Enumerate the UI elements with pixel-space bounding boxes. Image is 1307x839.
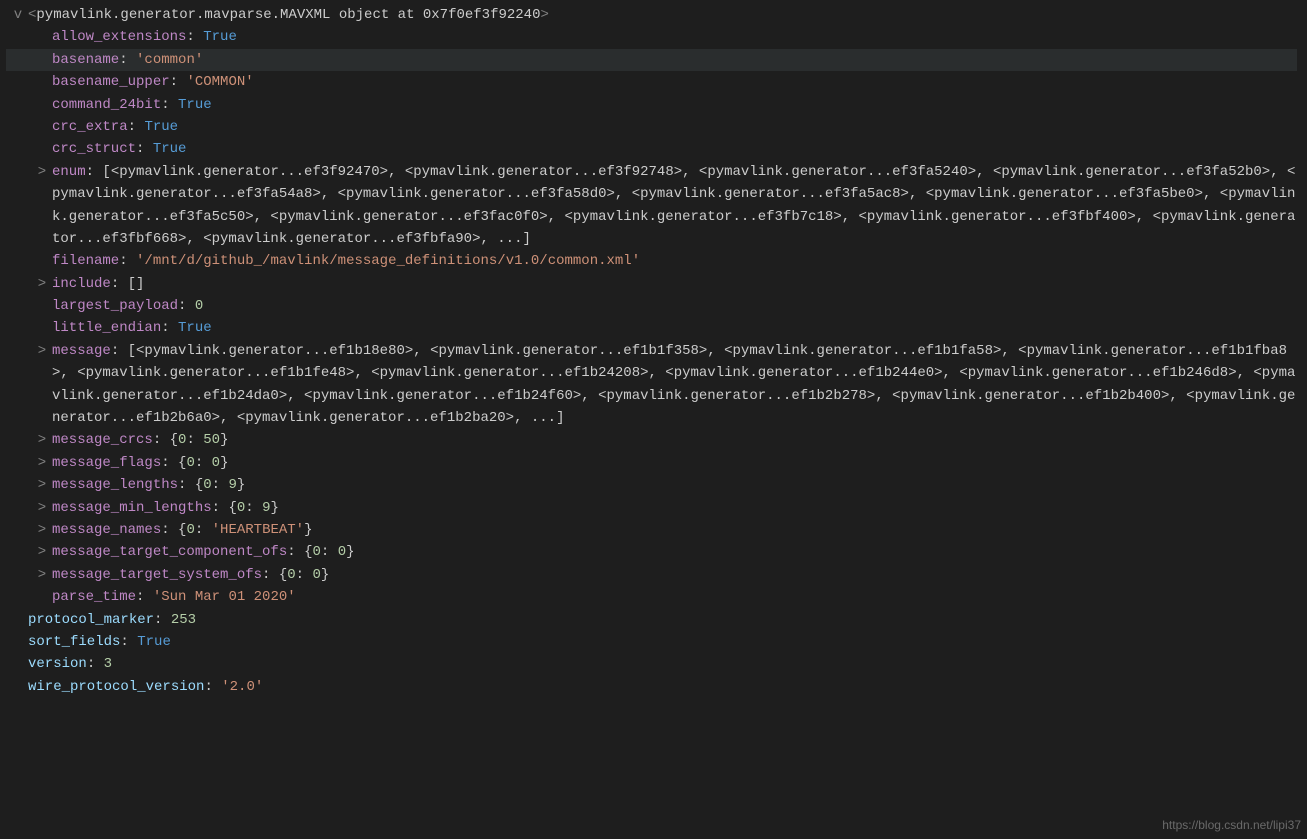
prop-key: parse_time: [52, 589, 136, 605]
prop-key: basename: [52, 52, 119, 68]
prop-row[interactable]: > message_target_system_ofs: {0: 0}: [6, 564, 1297, 586]
angle-close: >: [541, 7, 549, 23]
prop-row[interactable]: little_endian: True: [6, 317, 1297, 339]
watermark-text: https://blog.csdn.net/lipi37: [1162, 816, 1301, 835]
prop-key: enum: [52, 164, 86, 180]
prop-row[interactable]: allow_extensions: True: [6, 26, 1297, 48]
prop-row[interactable]: > message_lengths: {0: 9}: [6, 474, 1297, 496]
chevron-right-icon[interactable]: >: [36, 519, 48, 541]
prop-row[interactable]: largest_payload: 0: [6, 295, 1297, 317]
prop-value: [<pymavlink.generator...ef3f92470>, <pym…: [52, 164, 1295, 247]
prop-value: 'Sun Mar 01 2020': [153, 589, 296, 605]
prop-row[interactable]: > message_min_lengths: {0: 9}: [6, 497, 1297, 519]
prop-value: 3: [104, 656, 112, 672]
prop-key: message: [52, 343, 111, 359]
prop-value: '/mnt/d/github_/mavlink/message_definiti…: [136, 253, 640, 269]
prop-key: protocol_marker: [28, 612, 154, 628]
prop-row[interactable]: crc_struct: True: [6, 138, 1297, 160]
chevron-right-icon[interactable]: >: [36, 541, 48, 563]
prop-row[interactable]: basename_upper: 'COMMON': [6, 71, 1297, 93]
debug-variables-panel: v <pymavlink.generator.mavparse.MAVXML o…: [0, 0, 1307, 839]
prop-key: largest_payload: [52, 298, 178, 314]
prop-key: sort_fields: [28, 634, 120, 650]
prop-value: []: [128, 276, 145, 292]
prop-key: message_names: [52, 522, 161, 538]
chevron-right-icon[interactable]: >: [36, 273, 48, 295]
prop-row[interactable]: sort_fields: True: [6, 631, 1297, 653]
prop-row[interactable]: > message_target_component_ofs: {0: 0}: [6, 541, 1297, 563]
twist-icon[interactable]: v: [12, 4, 24, 26]
chevron-right-icon[interactable]: >: [36, 340, 48, 362]
prop-key: wire_protocol_version: [28, 679, 204, 695]
prop-key: filename: [52, 253, 119, 269]
prop-row[interactable]: command_24bit: True: [6, 94, 1297, 116]
prop-value: 253: [171, 612, 196, 628]
prop-row-message[interactable]: > message: [<pymavlink.generator...ef1b1…: [6, 340, 1297, 430]
prop-value: True: [178, 97, 212, 113]
chevron-right-icon[interactable]: >: [36, 161, 48, 183]
prop-key: message_min_lengths: [52, 500, 212, 516]
prop-key: message_lengths: [52, 477, 178, 493]
prop-row[interactable]: > message_crcs: {0: 50}: [6, 429, 1297, 451]
prop-value: True: [144, 119, 178, 135]
prop-row[interactable]: parse_time: 'Sun Mar 01 2020': [6, 586, 1297, 608]
prop-key: message_target_system_ofs: [52, 567, 262, 583]
prop-key: command_24bit: [52, 97, 161, 113]
prop-row[interactable]: wire_protocol_version: '2.0': [6, 676, 1297, 698]
prop-value: True: [203, 29, 237, 45]
prop-row[interactable]: > message_names: {0: 'HEARTBEAT'}: [6, 519, 1297, 541]
prop-value: True: [137, 634, 171, 650]
object-header-row[interactable]: v <pymavlink.generator.mavparse.MAVXML o…: [6, 4, 1297, 26]
prop-row[interactable]: > message_flags: {0: 0}: [6, 452, 1297, 474]
prop-key: basename_upper: [52, 74, 170, 90]
prop-row-selected[interactable]: basename: 'common': [6, 49, 1297, 71]
prop-value: 'COMMON': [186, 74, 253, 90]
chevron-right-icon[interactable]: >: [36, 429, 48, 451]
prop-value: '2.0': [221, 679, 263, 695]
prop-row[interactable]: filename: '/mnt/d/github_/mavlink/messag…: [6, 250, 1297, 272]
prop-key: crc_extra: [52, 119, 128, 135]
prop-key: little_endian: [52, 320, 161, 336]
prop-key: version: [28, 656, 87, 672]
prop-row-enum[interactable]: > enum: [<pymavlink.generator...ef3f9247…: [6, 161, 1297, 251]
object-repr: pymavlink.generator.mavparse.MAVXML obje…: [36, 7, 540, 23]
chevron-right-icon[interactable]: >: [36, 564, 48, 586]
prop-value: True: [153, 141, 187, 157]
prop-key: crc_struct: [52, 141, 136, 157]
prop-key: message_crcs: [52, 432, 153, 448]
chevron-right-icon[interactable]: >: [36, 474, 48, 496]
prop-value: 0: [195, 298, 203, 314]
chevron-right-icon[interactable]: >: [36, 452, 48, 474]
prop-value: True: [178, 320, 212, 336]
prop-row[interactable]: protocol_marker: 253: [6, 609, 1297, 631]
prop-key: allow_extensions: [52, 29, 186, 45]
prop-row[interactable]: version: 3: [6, 653, 1297, 675]
prop-row[interactable]: crc_extra: True: [6, 116, 1297, 138]
prop-value: [<pymavlink.generator...ef1b18e80>, <pym…: [52, 343, 1295, 426]
prop-key: message_target_component_ofs: [52, 544, 287, 560]
prop-value: 'common': [136, 52, 203, 68]
prop-key: include: [52, 276, 111, 292]
chevron-right-icon[interactable]: >: [36, 497, 48, 519]
prop-row[interactable]: > include: []: [6, 273, 1297, 295]
prop-key: message_flags: [52, 455, 161, 471]
